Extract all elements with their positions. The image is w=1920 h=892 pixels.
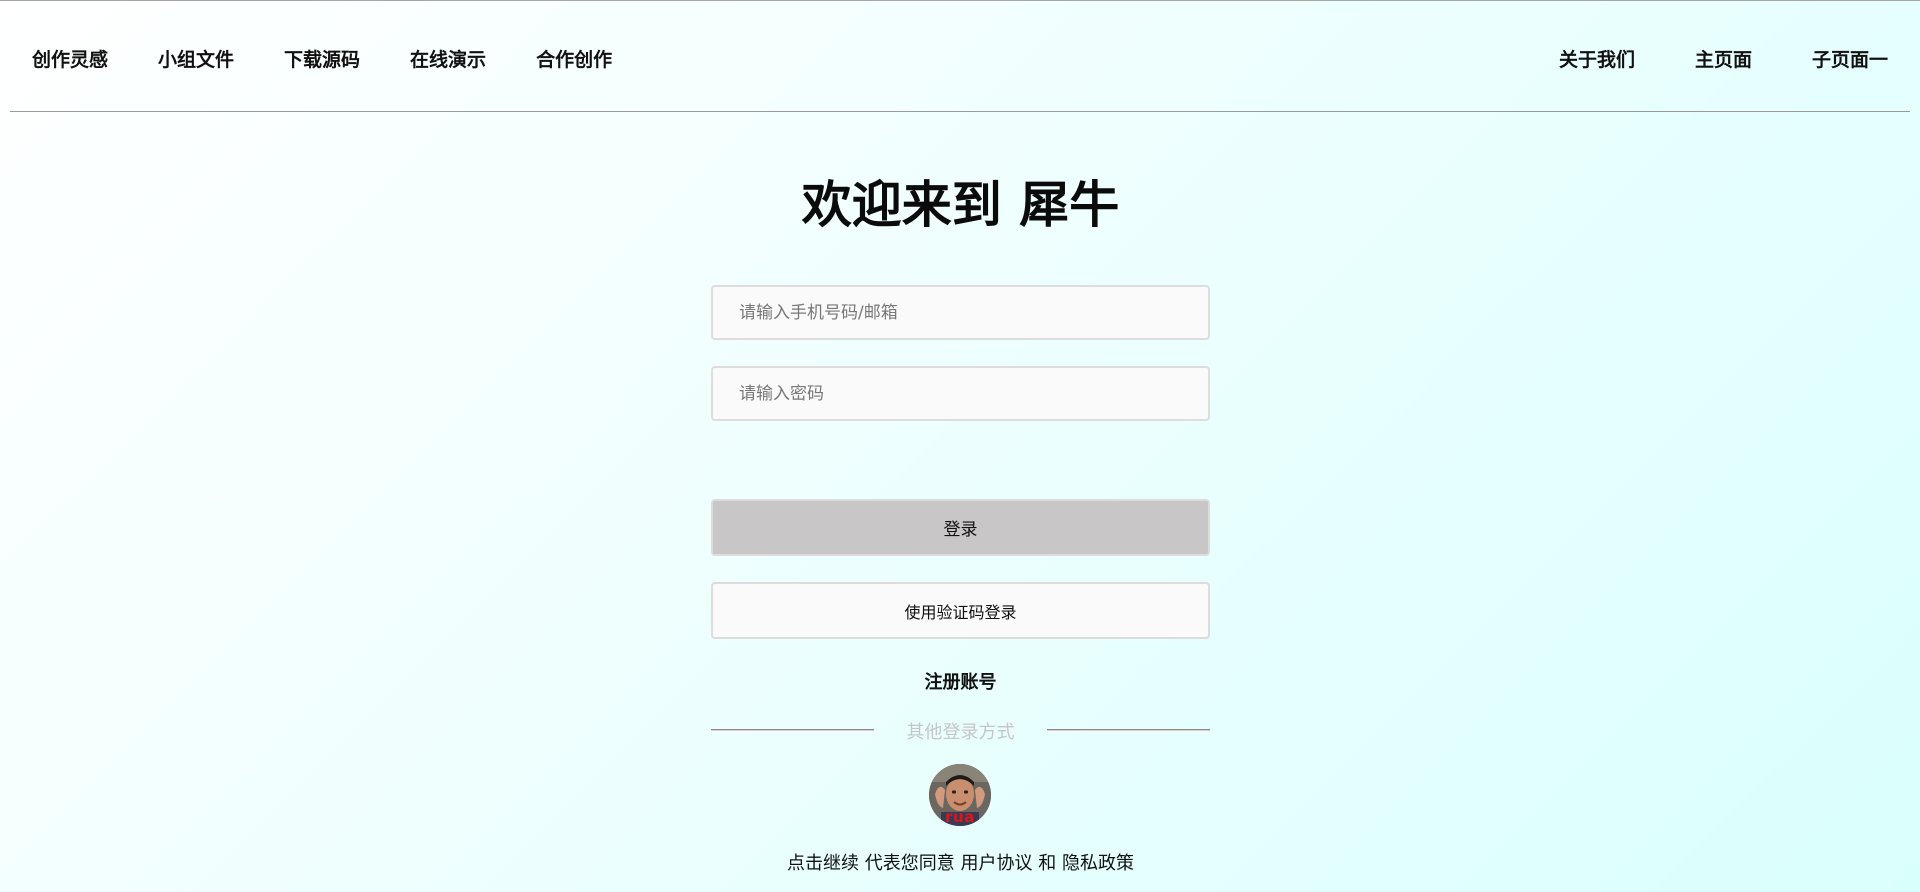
nav-item-subpage-one[interactable]: 子页面一 — [1812, 45, 1888, 72]
nav-item-group-files[interactable]: 小组文件 — [158, 45, 234, 72]
privacy-policy-link[interactable]: 隐私政策 — [1062, 853, 1134, 874]
nav-left-group: 创作灵感 小组文件 下载源码 在线演示 合作创作 — [32, 45, 612, 72]
code-login-button[interactable]: 使用验证码登录 — [711, 582, 1210, 639]
login-panel: 欢迎来到 犀牛 登录 使用验证码登录 注册账号 其他登录方式 rua 点击继续 … — [711, 111, 1210, 874]
user-agreement-link[interactable]: 用户协议 — [961, 853, 1033, 874]
divider-line-right — [1047, 729, 1210, 731]
third-party-login-avatar[interactable]: rua — [929, 764, 991, 826]
agreement-text: 点击继续 代表您同意 用户协议 和 隐私政策 — [671, 849, 1250, 875]
nav-item-inspiration[interactable]: 创作灵感 — [32, 45, 108, 72]
agreement-conjunction: 和 — [1032, 853, 1062, 874]
login-button[interactable]: 登录 — [711, 499, 1210, 556]
register-link[interactable]: 注册账号 — [711, 668, 1210, 694]
nav-item-collaboration[interactable]: 合作创作 — [536, 45, 612, 72]
nav-item-online-demo[interactable]: 在线演示 — [410, 45, 486, 72]
nav-item-download-source[interactable]: 下载源码 — [284, 45, 360, 72]
top-navigation: 创作灵感 小组文件 下载源码 在线演示 合作创作 关于我们 主页面 子页面一 — [10, 1, 1910, 112]
other-login-label: 其他登录方式 — [906, 722, 1015, 743]
nav-right-group: 关于我们 主页面 子页面一 — [1559, 45, 1888, 72]
avatar-caption: rua — [945, 808, 975, 826]
nav-item-home[interactable]: 主页面 — [1695, 45, 1752, 72]
password-input[interactable] — [711, 366, 1210, 421]
nav-item-about-us[interactable]: 关于我们 — [1559, 45, 1635, 72]
phone-email-input[interactable] — [711, 285, 1210, 340]
page-title: 欢迎来到 犀牛 — [801, 176, 1120, 234]
agreement-prefix: 点击继续 代表您同意 — [787, 853, 961, 874]
other-login-divider: 其他登录方式 — [711, 718, 1210, 743]
